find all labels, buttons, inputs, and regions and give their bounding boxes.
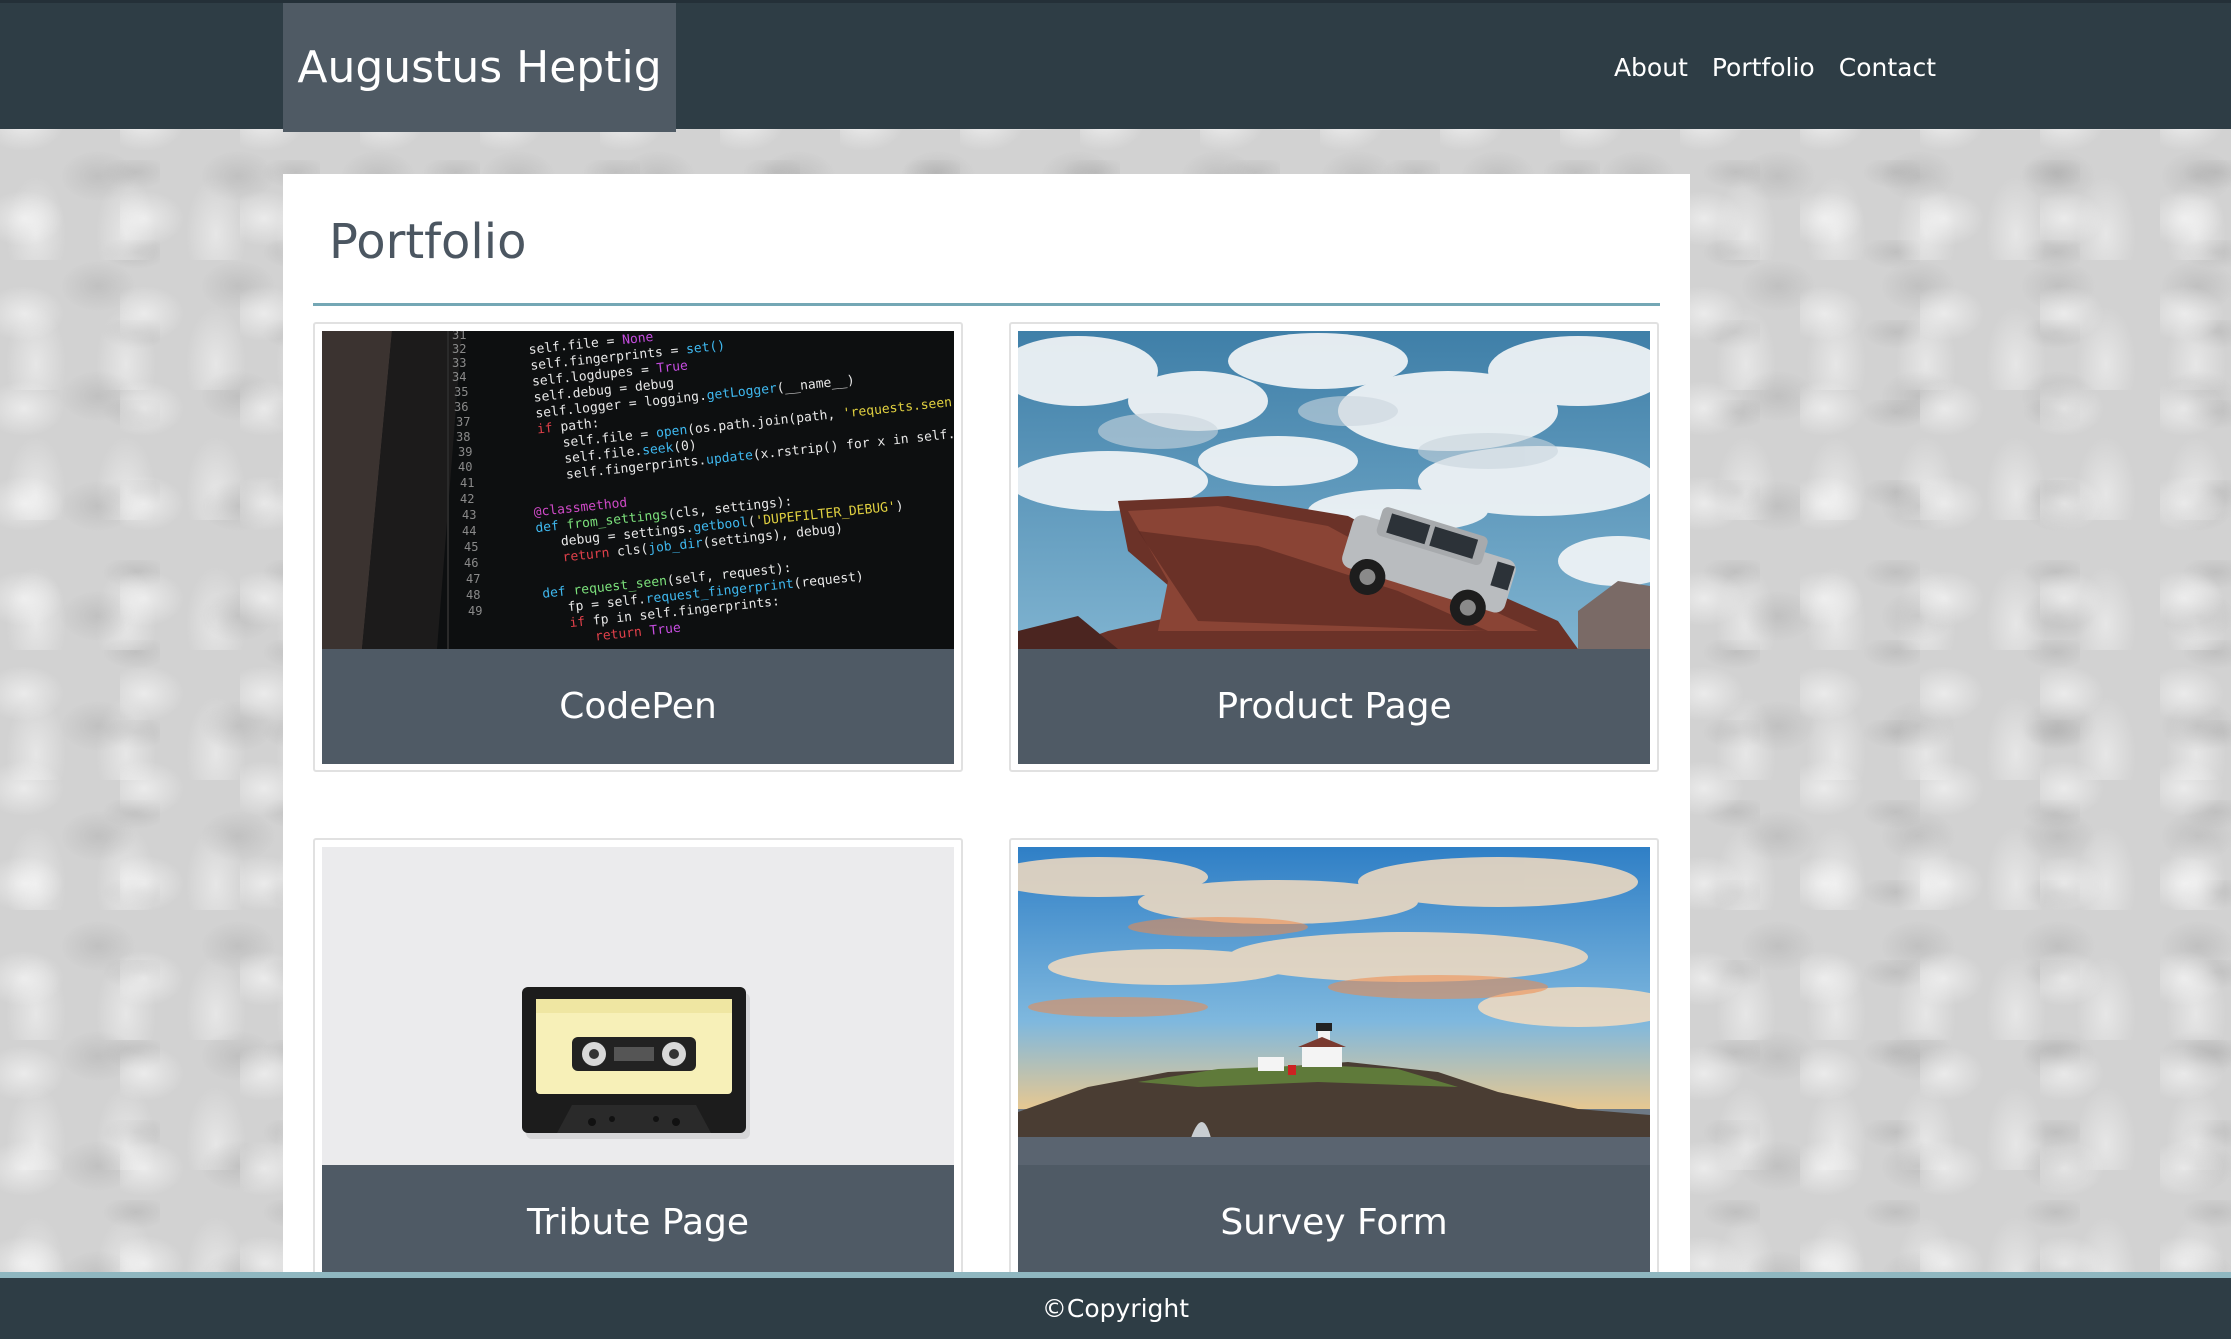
svg-text:36: 36	[454, 400, 468, 414]
portfolio-panel: Portfolio 31 32 33 34 35 36 37 38 39 40 41 42 43…	[283, 174, 1690, 1288]
top-navbar: Augustus Heptig About Portfolio Contact	[0, 0, 2231, 132]
page-title: Portfolio	[329, 214, 527, 270]
svg-text:46: 46	[464, 556, 478, 570]
nav-link-about[interactable]: About	[1614, 53, 1688, 82]
brand-name: Augustus Heptig	[297, 42, 662, 93]
project-title: Tribute Page	[526, 1202, 750, 1243]
project-title: Product Page	[1216, 686, 1452, 727]
svg-text:49: 49	[468, 604, 482, 618]
svg-text:43: 43	[462, 508, 476, 522]
nav-link-contact[interactable]: Contact	[1839, 53, 1936, 82]
svg-text:38: 38	[456, 430, 470, 444]
cassette-image	[322, 847, 954, 1165]
brand-logo[interactable]: Augustus Heptig	[283, 3, 676, 132]
svg-text:39: 39	[458, 445, 472, 459]
svg-text:41: 41	[460, 476, 474, 490]
svg-text:48: 48	[466, 588, 480, 602]
svg-text:42: 42	[460, 492, 474, 506]
svg-text:33: 33	[452, 356, 466, 370]
lighthouse-image	[1018, 847, 1650, 1165]
code-editor-image: 31 32 33 34 35 36 37 38 39 40 41 42 43 44 45 46 47 4…	[322, 331, 954, 649]
svg-text:37: 37	[456, 415, 470, 429]
nav-link-portfolio[interactable]: Portfolio	[1712, 53, 1815, 82]
project-title: CodePen	[559, 686, 717, 727]
svg-text:40: 40	[458, 460, 472, 474]
svg-text:34: 34	[452, 370, 466, 384]
project-card-product-page[interactable]: Product Page	[1009, 322, 1659, 772]
suv-on-cliff-image	[1018, 331, 1650, 649]
svg-text:35: 35	[454, 385, 468, 399]
main-nav: About Portfolio Contact	[1614, 3, 1936, 132]
project-caption: Tribute Page	[322, 1165, 954, 1280]
project-card-tribute-page[interactable]: Tribute Page	[313, 838, 963, 1288]
project-caption: CodePen	[322, 649, 954, 764]
project-caption: Survey Form	[1018, 1165, 1650, 1280]
copyright-text: ©Copyright	[1041, 1294, 1190, 1323]
svg-text:47: 47	[466, 572, 480, 586]
project-card-survey-form[interactable]: Survey Form	[1009, 838, 1659, 1288]
svg-text:45: 45	[464, 540, 478, 554]
project-caption: Product Page	[1018, 649, 1650, 764]
project-title: Survey Form	[1220, 1202, 1448, 1243]
svg-text:31: 31	[452, 331, 466, 342]
page-footer: ©Copyright	[0, 1272, 2231, 1339]
svg-text:32: 32	[452, 342, 466, 356]
project-card-codepen[interactable]: 31 32 33 34 35 36 37 38 39 40 41 42 43 44 45 46 47 4…	[313, 322, 963, 772]
title-divider	[313, 303, 1660, 306]
svg-text:44: 44	[462, 524, 476, 538]
